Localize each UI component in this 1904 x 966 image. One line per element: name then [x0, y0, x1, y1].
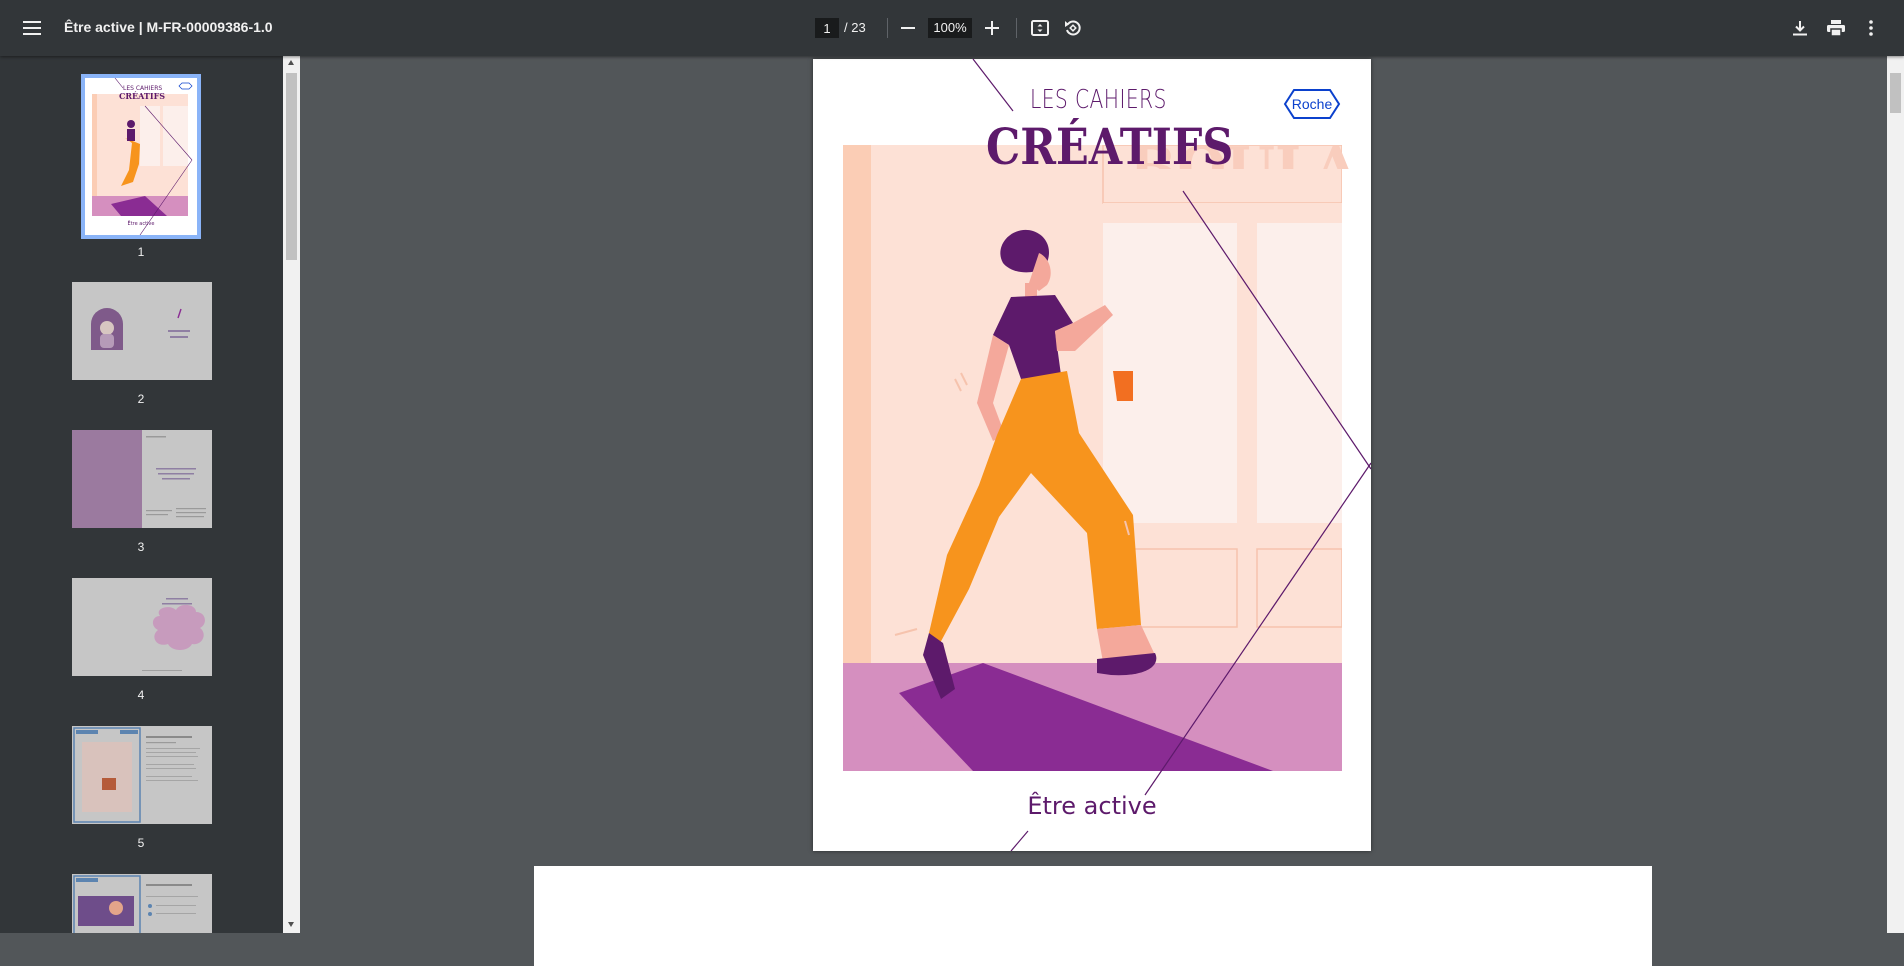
menu-button[interactable]: [16, 12, 48, 44]
thumbnail-label: 2: [137, 392, 145, 406]
thumbnail-page-2[interactable]: [72, 282, 212, 380]
main-scrollbar-thumb[interactable]: [1890, 73, 1901, 113]
fit-page-icon: [1031, 20, 1049, 36]
download-button[interactable]: [1784, 12, 1816, 44]
thumbnail-preview: [73, 875, 198, 933]
menu-icon: [23, 21, 41, 35]
more-actions-button[interactable]: [1855, 12, 1887, 44]
cover-subtitle: Être active: [1027, 792, 1157, 820]
cover-thumbnail-illustration: [92, 78, 193, 235]
thumbnail-preview: [91, 308, 190, 350]
pdf-page-1: BOULA LES CAHIERS CRÉATIFS Roche Être ac…: [813, 59, 1371, 851]
scroll-up-arrow-icon[interactable]: [288, 60, 294, 65]
zoom-out-button[interactable]: [892, 12, 924, 44]
pdf-page-2: [534, 866, 1652, 966]
document-title: Être active | M-FR-00009386-1.0: [64, 19, 273, 35]
pdf-toolbar: Être active | M-FR-00009386-1.0 / 23 100…: [0, 0, 1904, 56]
toolbar-divider: [1016, 18, 1017, 38]
zoom-in-icon: [985, 21, 999, 35]
roche-brand: Roche: [1291, 96, 1333, 112]
sidebar-scrollbar-thumb[interactable]: [286, 73, 297, 260]
thumbnail-cover-subtitle: Être active: [127, 221, 155, 227]
thumbnail-label: 4: [137, 688, 145, 702]
scroll-down-arrow-icon[interactable]: [288, 922, 294, 927]
page-total: / 23: [844, 20, 866, 35]
thumbnail-page-6[interactable]: [72, 874, 212, 933]
page-number-input[interactable]: [815, 18, 839, 38]
thumbnail-page-5[interactable]: [72, 726, 212, 824]
thumbnail-page-4[interactable]: [72, 578, 212, 676]
thumbnail-sidebar: LES CAHIERS CRÉATIFS Être active 1 2 3 4…: [0, 56, 283, 933]
thumbnail-label: 3: [137, 540, 145, 554]
print-icon: [1827, 20, 1845, 36]
cover-diagonal-lines: [972, 59, 1371, 851]
thumbnail-preview: [73, 727, 200, 823]
thumbnail-page-1[interactable]: LES CAHIERS CRÉATIFS Être active: [81, 74, 201, 239]
rotate-icon: [1065, 20, 1081, 36]
thumbnail-label: 1: [137, 245, 145, 259]
zoom-level-input[interactable]: 100%: [928, 18, 972, 38]
thumbnail-page-3[interactable]: [72, 430, 212, 528]
thumbnail-label: 5: [137, 836, 145, 850]
toolbar-divider: [887, 18, 888, 38]
thumbnail-preview: [72, 430, 206, 528]
fit-page-button[interactable]: [1024, 12, 1056, 44]
download-icon: [1793, 21, 1807, 36]
print-button[interactable]: [1820, 12, 1852, 44]
rotate-button[interactable]: [1057, 12, 1089, 44]
thumbnail-preview: [142, 598, 205, 671]
more-icon: [1869, 20, 1873, 36]
cover-title-top: LES CAHIERS: [1030, 85, 1167, 115]
zoom-in-button[interactable]: [976, 12, 1008, 44]
thumbnail-cover-title-main: CRÉATIFS: [119, 91, 166, 101]
cover-title-main: CRÉATIFS: [986, 117, 1234, 176]
main-scrollbar[interactable]: [1887, 56, 1904, 933]
zoom-out-icon: [901, 27, 915, 29]
